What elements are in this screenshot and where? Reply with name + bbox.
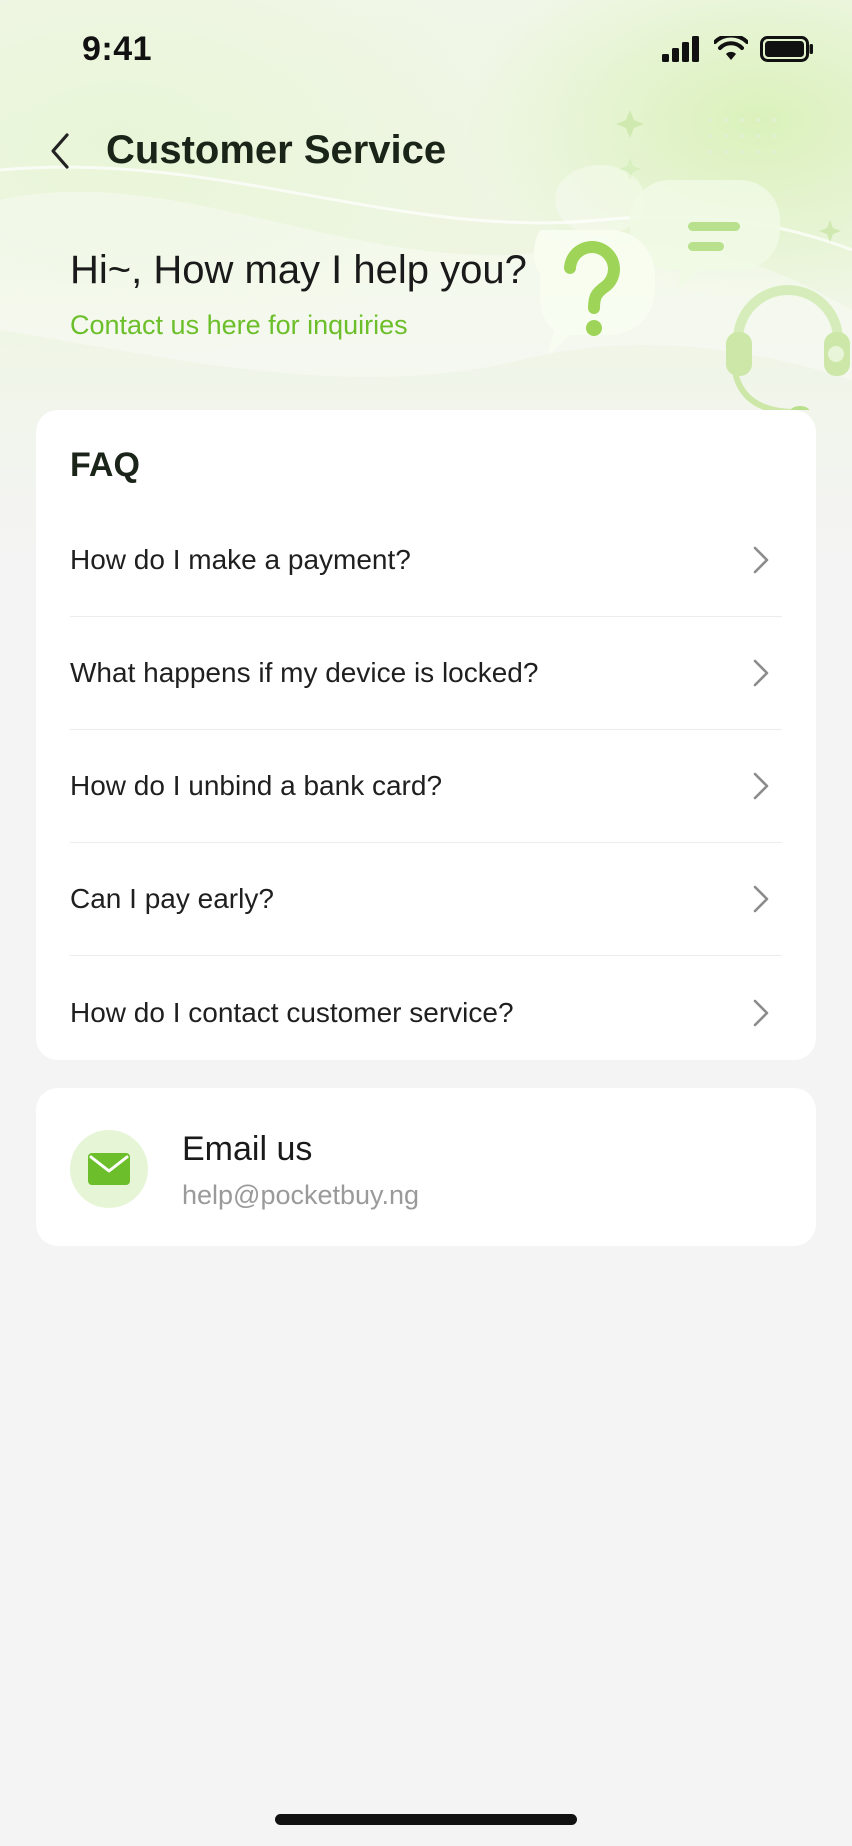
faq-item-pay-early[interactable]: Can I pay early?	[70, 843, 782, 956]
status-bar: 9:41	[0, 0, 852, 104]
chevron-right-icon	[753, 659, 769, 687]
customer-support-illustration	[533, 110, 850, 410]
mail-icon	[88, 1153, 130, 1185]
status-time: 9:41	[82, 30, 153, 68]
mail-icon-badge	[70, 1130, 148, 1208]
hero-greeting: Hi~, How may I help you?	[70, 248, 527, 292]
faq-item-make-payment[interactable]: How do I make a payment?	[70, 504, 782, 617]
battery-icon	[760, 36, 813, 62]
email-label: Email us	[182, 1130, 313, 1168]
wifi-icon	[714, 36, 748, 60]
chevron-right-icon	[753, 546, 769, 574]
faq-item-unbind-card[interactable]: How do I unbind a bank card?	[70, 730, 782, 843]
email-us-card[interactable]: Email us help@pocketbuy.ng	[36, 1088, 816, 1246]
faq-item-device-locked[interactable]: What happens if my device is locked?	[70, 617, 782, 730]
faq-item-label: Can I pay early?	[70, 883, 274, 914]
chevron-right-icon	[753, 885, 769, 913]
chevron-left-icon	[51, 133, 69, 169]
faq-item-label: How do I unbind a bank card?	[70, 770, 443, 801]
home-indicator	[275, 1814, 577, 1825]
faq-card: FAQ How do I make a payment? What happen…	[36, 410, 816, 1060]
chevron-right-icon	[753, 999, 769, 1026]
chevron-right-icon	[753, 772, 769, 800]
faq-item-label: What happens if my device is locked?	[70, 657, 539, 688]
page-title: Customer Service	[106, 128, 447, 172]
faq-item-label: How do I make a payment?	[70, 544, 411, 575]
hero-subtitle: Contact us here for inquiries	[70, 310, 408, 340]
status-icons	[662, 36, 814, 62]
signal-icon	[662, 36, 699, 62]
back-button[interactable]	[40, 128, 80, 174]
faq-title: FAQ	[70, 446, 140, 484]
faq-item-label: How do I contact customer service?	[70, 996, 514, 1028]
faq-item-contact-service[interactable]: How do I contact customer service?	[70, 956, 782, 1069]
email-address: help@pocketbuy.ng	[182, 1180, 420, 1210]
